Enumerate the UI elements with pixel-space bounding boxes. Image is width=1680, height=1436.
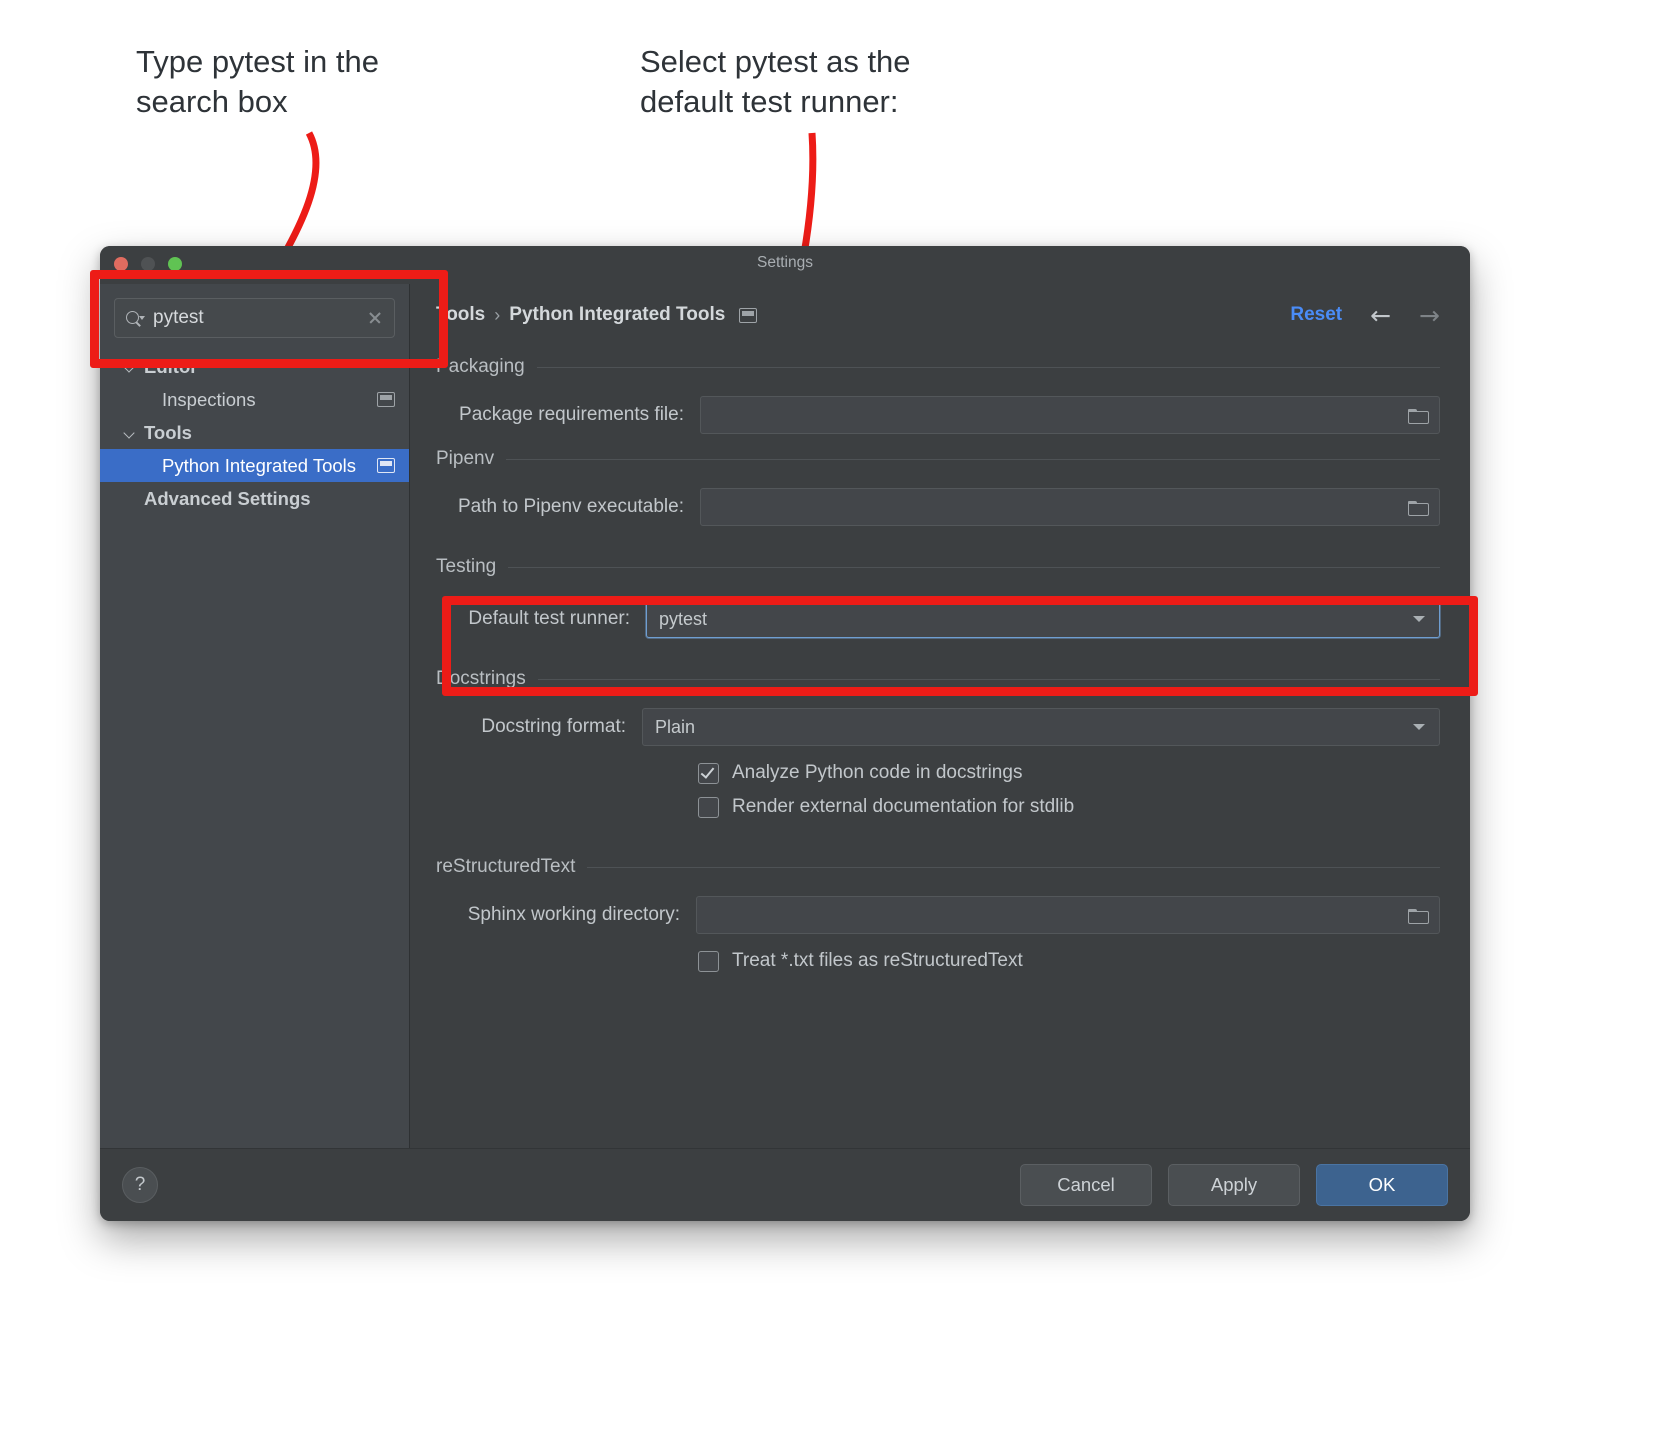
window-badge-icon <box>377 392 395 407</box>
clear-search-icon[interactable] <box>366 309 384 327</box>
section-header-testing: Testing <box>436 552 1440 582</box>
field-sphinx-working-directory: Sphinx working directory: <box>436 892 1440 938</box>
field-label: Docstring format: <box>436 716 626 738</box>
section-header-docstrings: Docstrings <box>436 664 1440 694</box>
section-title: Pipenv <box>436 448 494 470</box>
section-title: Docstrings <box>436 668 526 690</box>
help-button[interactable]: ? <box>122 1167 158 1203</box>
section-divider <box>506 459 1440 460</box>
annotation-runner-callout: Select pytest as the default test runner… <box>640 42 970 121</box>
checkbox-treat-txt-as-rst[interactable]: Treat *.txt files as reStructuredText <box>698 944 1440 978</box>
settings-sidebar: pytest Editor Inspections Tools <box>100 284 410 1148</box>
field-docstring-format: Docstring format: Plain <box>436 704 1440 750</box>
field-package-requirements-file: Package requirements file: <box>436 392 1440 438</box>
field-pipenv-executable: Path to Pipenv executable: <box>436 484 1440 530</box>
folder-icon[interactable] <box>1407 906 1429 924</box>
search-icon <box>125 309 145 327</box>
checkbox-icon[interactable] <box>698 797 719 818</box>
section-divider <box>538 679 1440 680</box>
ok-button[interactable]: OK <box>1316 1164 1448 1206</box>
section-divider <box>537 367 1440 368</box>
field-label: Package requirements file: <box>436 404 684 426</box>
window-badge-icon <box>377 458 395 473</box>
field-label: Path to Pipenv executable: <box>436 496 684 518</box>
checkbox-icon[interactable] <box>698 951 719 972</box>
settings-content: Packaging Package requirements file: Pip… <box>410 346 1470 1148</box>
checkbox-label: Render external documentation for stdlib <box>732 796 1074 818</box>
settings-window: Settings pytest Editor Ins <box>100 246 1470 1221</box>
back-arrow-icon[interactable]: ← <box>1370 303 1391 328</box>
search-input-value: pytest <box>153 307 358 329</box>
chevron-down-icon[interactable] <box>1413 616 1425 622</box>
section-header-pipenv: Pipenv <box>436 444 1440 474</box>
sidebar-item-label: Inspections <box>162 389 256 411</box>
search-input[interactable]: pytest <box>114 298 395 338</box>
checkbox-label: Treat *.txt files as reStructuredText <box>732 950 1023 972</box>
breadcrumb-separator: › <box>494 305 500 326</box>
section-title: Packaging <box>436 356 525 378</box>
sidebar-item-label: Python Integrated Tools <box>162 455 356 477</box>
checkbox-analyze-python-code[interactable]: Analyze Python code in docstrings <box>698 756 1440 790</box>
chevron-down-icon[interactable] <box>122 425 138 441</box>
breadcrumb-item-tools[interactable]: Tools <box>436 304 485 326</box>
checkbox-label: Analyze Python code in docstrings <box>732 762 1022 784</box>
sidebar-item-inspections[interactable]: Inspections <box>100 383 409 416</box>
chevron-down-icon[interactable] <box>122 359 138 375</box>
reset-button[interactable]: Reset <box>1290 304 1342 326</box>
dropdown-value: Plain <box>655 717 1413 738</box>
window-body: pytest Editor Inspections Tools <box>100 284 1470 1148</box>
window-badge-icon <box>739 308 757 323</box>
folder-icon[interactable] <box>1407 498 1429 516</box>
sidebar-item-advanced-settings[interactable]: Advanced Settings <box>100 482 409 515</box>
sidebar-item-python-integrated-tools[interactable]: Python Integrated Tools <box>100 449 409 482</box>
section-title: Testing <box>436 556 496 578</box>
cancel-button[interactable]: Cancel <box>1020 1164 1152 1206</box>
dropdown-value: pytest <box>659 609 1413 630</box>
field-label: Sphinx working directory: <box>436 904 680 926</box>
section-divider <box>508 567 1440 568</box>
window-title: Settings <box>100 254 1470 272</box>
checkbox-icon[interactable] <box>698 763 719 784</box>
sidebar-item-label: Advanced Settings <box>144 488 311 510</box>
package-requirements-file-input[interactable] <box>700 396 1440 434</box>
field-default-test-runner: Default test runner: pytest <box>436 596 1440 642</box>
sidebar-item-label: Tools <box>144 422 192 444</box>
window-titlebar: Settings <box>100 246 1470 284</box>
sphinx-working-directory-input[interactable] <box>696 896 1440 934</box>
section-header-packaging: Packaging <box>436 352 1440 382</box>
sidebar-item-editor[interactable]: Editor <box>100 350 409 383</box>
field-label: Default test runner: <box>436 608 630 630</box>
sidebar-item-label: Editor <box>144 356 197 378</box>
forward-arrow-icon[interactable]: → <box>1419 303 1440 328</box>
settings-main-panel: Tools › Python Integrated Tools Reset ← … <box>410 284 1470 1148</box>
dialog-footer: ? Cancel Apply OK <box>100 1148 1470 1221</box>
section-divider <box>587 867 1440 868</box>
folder-icon[interactable] <box>1407 406 1429 424</box>
default-test-runner-dropdown[interactable]: pytest <box>646 600 1440 638</box>
checkbox-render-external-docs[interactable]: Render external documentation for stdlib <box>698 790 1440 824</box>
annotation-search-callout: Type pytest in the search box <box>136 42 466 121</box>
section-header-restructuredtext: reStructuredText <box>436 852 1440 882</box>
apply-button[interactable]: Apply <box>1168 1164 1300 1206</box>
section-title: reStructuredText <box>436 856 575 878</box>
settings-tree: Editor Inspections Tools Python Integrat… <box>100 348 409 515</box>
search-container: pytest <box>100 284 409 348</box>
breadcrumb-bar: Tools › Python Integrated Tools Reset ← … <box>410 284 1470 346</box>
chevron-down-icon[interactable] <box>1413 724 1425 730</box>
docstring-format-dropdown[interactable]: Plain <box>642 708 1440 746</box>
pipenv-executable-input[interactable] <box>700 488 1440 526</box>
breadcrumb-item-current: Python Integrated Tools <box>509 304 725 326</box>
sidebar-item-tools[interactable]: Tools <box>100 416 409 449</box>
